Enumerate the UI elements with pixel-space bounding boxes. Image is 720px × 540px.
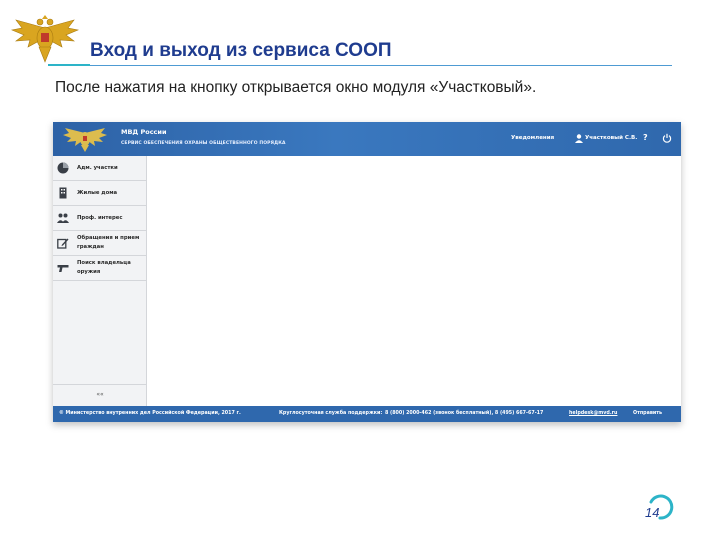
title-underline-accent xyxy=(48,64,90,66)
app-window: МВД России СЕРВИС ОБЕСПЕЧЕНИЯ ОХРАНЫ ОБЩ… xyxy=(53,122,681,422)
footer-email-link[interactable]: helpdesk@mvd.ru xyxy=(569,411,617,416)
help-button[interactable]: ? xyxy=(643,133,648,142)
pie-chart-icon xyxy=(57,162,69,174)
sidebar-item-adm-uchastki[interactable]: Адм. участки xyxy=(53,156,147,181)
user-icon xyxy=(575,134,583,143)
footer-send-button[interactable]: Отправить xyxy=(633,411,662,416)
building-icon xyxy=(59,187,67,199)
footer-phones: 8 (800) 2000-462 (звонок бесплатный), 8 … xyxy=(385,411,544,416)
sidebar-collapse-button[interactable]: «« xyxy=(53,384,147,406)
sidebar-item-label-line1: Поиск владельца xyxy=(77,260,131,266)
app-emblem-icon xyxy=(63,128,107,152)
app-service-name: СЕРВИС ОБЕСПЕЧЕНИЯ ОХРАНЫ ОБЩЕСТВЕННОГО … xyxy=(121,141,286,146)
mvd-emblem-icon xyxy=(10,15,80,63)
gun-icon xyxy=(57,265,69,272)
sidebar-item-poisk-vladeltsa[interactable]: Поиск владельца оружия xyxy=(53,256,147,281)
footer-support-label: Круглосуточная служба поддержки: xyxy=(279,411,383,416)
title-underline xyxy=(90,65,672,66)
sidebar-item-label: Жилые дома xyxy=(77,190,118,196)
sidebar: Адм. участки Жилые дома Проф. интерес Об… xyxy=(53,156,147,406)
sidebar-item-obrashcheniya[interactable]: Обращения и прием граждан xyxy=(53,231,147,256)
sidebar-item-label-line1: Обращения и прием xyxy=(77,235,140,241)
user-menu[interactable]: Участковый С.В. xyxy=(585,135,637,141)
sidebar-item-label: Адм. участки xyxy=(77,165,118,171)
app-footer: © Министерство внутренних дел Российской… xyxy=(53,406,681,422)
power-icon[interactable] xyxy=(662,133,672,143)
page-number: 14 xyxy=(645,505,660,520)
sidebar-item-label-line2: граждан xyxy=(77,244,104,250)
notifications-link[interactable]: Уведомления xyxy=(511,135,554,141)
sidebar-item-prof-interes[interactable]: Проф. интерес xyxy=(53,206,147,231)
footer-copyright: © Министерство внутренних дел Российской… xyxy=(59,411,241,416)
main-content-area xyxy=(148,156,681,406)
edit-icon xyxy=(57,238,69,249)
app-name: МВД России xyxy=(121,128,167,136)
app-header: МВД России СЕРВИС ОБЕСПЕЧЕНИЯ ОХРАНЫ ОБЩ… xyxy=(53,122,681,156)
people-icon xyxy=(57,213,69,223)
sidebar-item-label: Проф. интерес xyxy=(77,215,123,221)
sidebar-item-label-line2: оружия xyxy=(77,269,101,275)
slide-title: Вход и выход из сервиса СООП xyxy=(90,40,392,61)
slide-subtitle: После нажатия на кнопку открывается окно… xyxy=(55,79,537,96)
sidebar-item-zhilye-doma[interactable]: Жилые дома xyxy=(53,181,147,206)
